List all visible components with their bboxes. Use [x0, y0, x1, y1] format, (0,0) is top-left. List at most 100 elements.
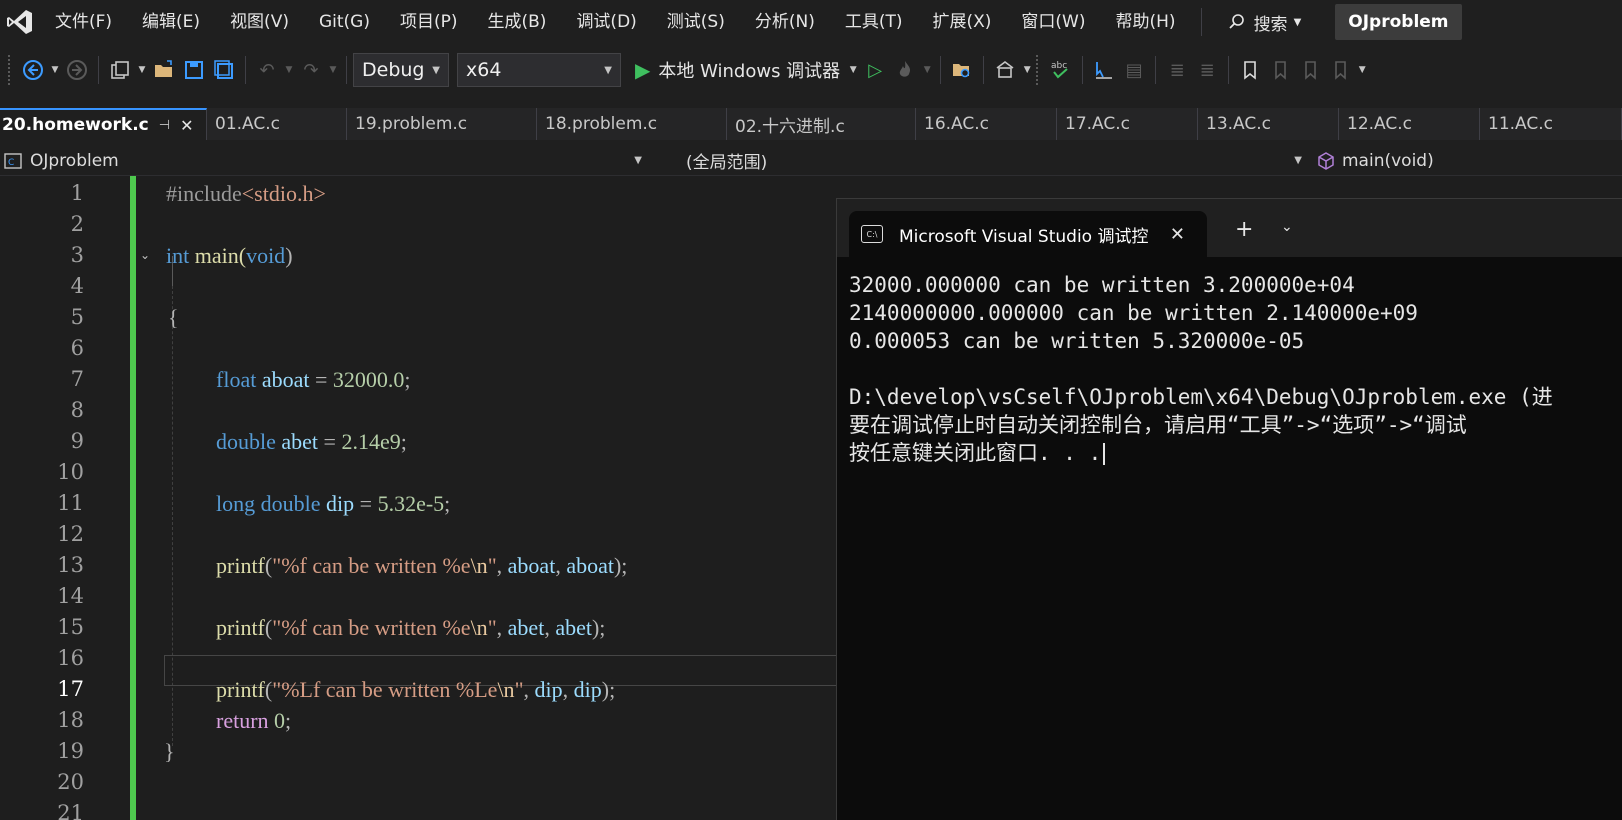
scope-dropdown[interactable]: (全局范围) ▼ [652, 146, 1312, 176]
start-without-debugging-icon[interactable]: ▷ [860, 55, 890, 85]
line-number: 4 [70, 274, 84, 298]
menu-git[interactable]: Git(G) [304, 0, 385, 44]
tab-02-hex-c[interactable]: 02.十六进制.c [727, 108, 916, 140]
tab-18-problem-c[interactable]: 18.problem.c [537, 108, 727, 140]
code-line-19: } [164, 739, 175, 764]
chevron-down-icon[interactable]: ⌄ [1281, 219, 1293, 235]
toolbar-overflow-icon[interactable]: ▼ [1355, 65, 1369, 75]
tab-12-ac-c[interactable]: 12.AC.c [1339, 108, 1480, 140]
redo-icon[interactable]: ↷ [296, 55, 326, 85]
tab-16-ac-c[interactable]: 16.AC.c [916, 108, 1057, 140]
solution-platform-select[interactable]: x64 ▼ [457, 53, 621, 87]
menu-window[interactable]: 窗口(W) [1006, 0, 1100, 44]
clear-bookmarks-icon[interactable] [1325, 55, 1355, 85]
redo-dropdown-icon[interactable]: ▼ [326, 65, 340, 75]
navigate-back-icon[interactable] [18, 55, 48, 85]
select-element-icon[interactable] [1089, 55, 1119, 85]
toolbar-grip[interactable] [1036, 55, 1040, 85]
menu-build[interactable]: 生成(B) [473, 0, 562, 44]
chevron-down-icon: ▼ [634, 155, 642, 166]
menu-extensions[interactable]: 扩展(X) [918, 0, 1007, 44]
svg-text:abc: abc [1051, 61, 1067, 71]
menu-file[interactable]: 文件(F) [40, 0, 127, 44]
menu-debug[interactable]: 调试(D) [561, 0, 651, 44]
window-layout-icon[interactable] [990, 55, 1020, 85]
code-navigation-bar: C OJproblem ▼ (全局范围) ▼ main(void) [0, 146, 1622, 176]
undo-dropdown-icon[interactable]: ▼ [282, 65, 296, 75]
code-line-9: double abet = 2.14e9; [216, 429, 407, 454]
close-icon[interactable]: ✕ [180, 116, 193, 135]
new-tab-plus-icon[interactable]: + [1235, 217, 1253, 242]
visual-studio-logo-icon[interactable] [0, 0, 40, 44]
tab-13-ac-c[interactable]: 13.AC.c [1198, 108, 1339, 140]
line-number: 21 [57, 801, 84, 820]
tab-label: 16.AC.c [924, 114, 989, 134]
code-line-13: printf("%f can be written %e\n", aboat, … [216, 553, 628, 578]
code-line-15: printf("%f can be written %e\n", abet, a… [216, 615, 606, 640]
toolbar-separator [1155, 56, 1157, 84]
search-icon [1228, 14, 1244, 29]
line-number-current: 17 [57, 677, 84, 701]
chevron-down-icon: ▼ [1294, 155, 1302, 166]
console-prompt-line: 按任意键关闭此窗口. . . [849, 439, 1619, 467]
toolbar-separator [346, 56, 347, 84]
tab-20-homework-c[interactable]: 20.homework.c ⊣ ✕ [0, 108, 207, 140]
member-dropdown[interactable]: main(void) [1312, 146, 1622, 176]
spell-check-icon[interactable]: abc [1046, 55, 1076, 85]
chevron-down-icon: ▼ [1293, 16, 1302, 28]
save-all-icon[interactable] [209, 55, 239, 85]
menu-tools[interactable]: 工具(T) [830, 0, 918, 44]
function-cube-icon [1318, 151, 1334, 170]
pin-icon[interactable]: ⊣ [159, 118, 170, 133]
chevron-down-icon: ▼ [432, 64, 440, 76]
menu-edit[interactable]: 编辑(E) [127, 0, 215, 44]
hot-reload-dropdown-icon[interactable]: ▼ [920, 65, 934, 75]
cpp-project-icon: C [4, 152, 22, 169]
window-layout-dropdown-icon[interactable]: ▼ [1020, 65, 1034, 75]
menu-help[interactable]: 帮助(H) [1101, 0, 1191, 44]
code-line-3: int main(void) [166, 243, 293, 268]
line-number: 6 [70, 336, 84, 360]
tab-label: 02.十六进制.c [735, 116, 845, 137]
search-button[interactable]: 搜索 ▼ [1212, 0, 1318, 44]
hot-reload-icon[interactable] [890, 55, 920, 85]
save-icon[interactable] [179, 55, 209, 85]
text-cursor [1103, 443, 1106, 465]
project-dropdown[interactable]: C OJproblem ▼ [0, 146, 652, 176]
debug-console-window[interactable]: C:\ Microsoft Visual Studio 调试控 ✕ + ⌄ 32… [836, 198, 1622, 820]
comment-lines-icon[interactable]: ≣ [1162, 55, 1192, 85]
tab-11-ac-c[interactable]: 11.AC.c [1480, 108, 1622, 140]
solution-name-badge[interactable]: OJproblem [1335, 4, 1462, 40]
next-bookmark-icon[interactable] [1295, 55, 1325, 85]
collapse-chevron-icon[interactable]: ⌄ [140, 248, 150, 262]
start-debugging-button[interactable]: ▶ 本地 Windows 调试器 [629, 57, 846, 83]
menu-test[interactable]: 测试(S) [652, 0, 740, 44]
tab-label: 19.problem.c [355, 114, 468, 134]
tab-01-ac-c[interactable]: 01.AC.c [207, 108, 347, 140]
previous-bookmark-icon[interactable] [1265, 55, 1295, 85]
navigate-forward-icon[interactable] [62, 55, 92, 85]
debug-target-dropdown-icon[interactable]: ▼ [846, 65, 860, 75]
tab-19-problem-c[interactable]: 19.problem.c [347, 108, 537, 140]
line-number: 5 [70, 305, 84, 329]
tab-17-ac-c[interactable]: 17.AC.c [1057, 108, 1198, 140]
menu-analyze[interactable]: 分析(N) [740, 0, 830, 44]
line-number: 16 [57, 646, 84, 670]
find-in-files-icon[interactable] [947, 55, 977, 85]
open-folder-icon[interactable] [149, 55, 179, 85]
new-project-icon[interactable] [105, 55, 135, 85]
console-tab[interactable]: C:\ Microsoft Visual Studio 调试控 ✕ [849, 211, 1207, 257]
navigate-back-dropdown-icon[interactable]: ▼ [48, 65, 62, 75]
toolbar-grip[interactable] [8, 55, 12, 85]
uncomment-lines-icon[interactable]: ≣ [1192, 55, 1222, 85]
new-project-dropdown-icon[interactable]: ▼ [135, 65, 149, 75]
outline-toggle-icon[interactable]: ▤ [1119, 55, 1149, 85]
menu-project[interactable]: 项目(P) [385, 0, 473, 44]
bookmark-icon[interactable] [1235, 55, 1265, 85]
menu-view[interactable]: 视图(V) [215, 0, 304, 44]
console-title: Microsoft Visual Studio 调试控 [899, 226, 1149, 247]
undo-icon[interactable]: ↶ [252, 55, 282, 85]
solution-configuration-select[interactable]: Debug ▼ [353, 53, 449, 87]
close-icon[interactable]: ✕ [1170, 224, 1185, 245]
